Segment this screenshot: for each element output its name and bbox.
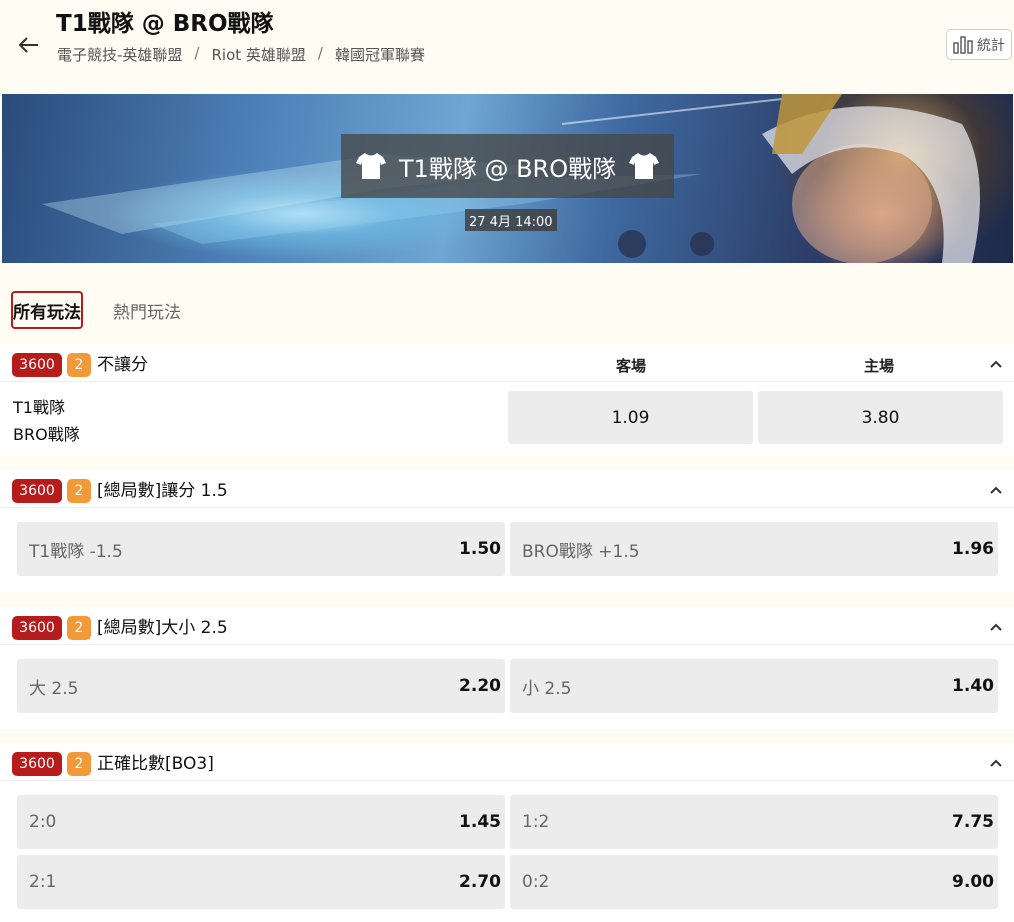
market-body-correct-score: 2:0 1.45 1:2 7.75 2:1 2.70 0:2 9.00: [0, 781, 1014, 922]
odd-button-selection[interactable]: 0:2 9.00: [510, 855, 998, 909]
selection-label: BRO戰隊 +1.5: [522, 541, 640, 562]
selection-label: 大 2.5: [29, 678, 79, 699]
bar-chart-icon: [953, 35, 973, 54]
odd-price: 1.96: [952, 539, 994, 559]
odd-price: 2.70: [459, 872, 501, 892]
selection-label: 2:1: [29, 872, 57, 892]
home-jersey-icon: [629, 153, 659, 179]
chevron-up-icon: [990, 360, 1002, 368]
match-banner: T1戰隊 @ BRO戰隊 27 4月 14:00: [2, 94, 1013, 263]
stats-label: 統計: [977, 37, 1005, 54]
odd-button-away[interactable]: 1.09: [508, 391, 753, 444]
market-header-moneyline[interactable]: 3600 2 不讓分 客場 主場: [0, 344, 1014, 382]
market-header-total[interactable]: 3600 2 [總局數]大小 2.5: [0, 607, 1014, 645]
breadcrumb: 電子競技-英雄聯盟 / Riot 英雄聯盟 / 韓國冠軍聯賽: [57, 44, 425, 65]
home-team-name: BRO戰隊: [13, 425, 80, 444]
market-header-correct-score[interactable]: 3600 2 正確比數[BO3]: [0, 743, 1014, 781]
market-count-badge: 2: [67, 752, 91, 776]
collapse-button[interactable]: [984, 751, 1008, 775]
tab-popular-markets[interactable]: 熱門玩法: [105, 291, 189, 329]
away-jersey-icon: [356, 153, 386, 179]
breadcrumb-item-league[interactable]: 韓國冠軍聯賽: [335, 44, 425, 65]
tab-all-markets[interactable]: 所有玩法: [11, 291, 83, 329]
odd-button-home[interactable]: 3.80: [758, 391, 1003, 444]
collapse-button[interactable]: [984, 478, 1008, 502]
market-count-badge: 2: [67, 353, 91, 377]
market-name: 不讓分: [97, 355, 148, 375]
market-body-moneyline: T1戰隊 BRO戰隊 1.09 3.80: [0, 382, 1014, 456]
selection-label: 1:2: [522, 812, 550, 832]
odd-price: 1.50: [459, 539, 501, 559]
odd-price: 1.45: [459, 812, 501, 832]
chevron-up-icon: [990, 623, 1002, 631]
market-name: [總局數]大小 2.5: [97, 618, 228, 638]
collapse-button[interactable]: [984, 615, 1008, 639]
match-time: 27 4月 14:00: [465, 209, 557, 231]
odd-button-selection[interactable]: BRO戰隊 +1.5 1.96: [510, 522, 998, 576]
odd-price: 1.40: [952, 676, 994, 696]
breadcrumb-separator: /: [317, 44, 323, 62]
odd-price: 7.75: [952, 812, 994, 832]
column-away: 客場: [615, 357, 646, 375]
odd-button-selection[interactable]: 1:2 7.75: [510, 795, 998, 849]
collapse-button[interactable]: [984, 352, 1008, 376]
team-names: T1戰隊 BRO戰隊: [13, 394, 80, 448]
odd-button-selection[interactable]: T1戰隊 -1.5 1.50: [17, 522, 505, 576]
chevron-up-icon: [990, 759, 1002, 767]
banner-title-box: T1戰隊 @ BRO戰隊: [341, 134, 674, 198]
market-count-badge: 2: [67, 479, 91, 503]
away-team-name: T1戰隊: [13, 398, 65, 417]
breadcrumb-item-sport[interactable]: 電子競技-英雄聯盟: [57, 44, 182, 65]
market-id-badge: 3600: [12, 479, 62, 503]
back-button[interactable]: [16, 32, 42, 58]
page-header: T1戰隊 @ BRO戰隊 電子競技-英雄聯盟 / Riot 英雄聯盟 / 韓國冠…: [0, 0, 1014, 94]
market-id-badge: 3600: [12, 353, 62, 377]
odd-price: 2.20: [459, 676, 501, 696]
odd-button-selection[interactable]: 大 2.5 2.20: [17, 659, 505, 713]
banner-title: T1戰隊 @ BRO戰隊: [398, 154, 617, 183]
odd-button-selection[interactable]: 2:1 2.70: [17, 855, 505, 909]
market-name: [總局數]讓分 1.5: [97, 481, 228, 501]
market-count-badge: 2: [67, 616, 91, 640]
market-name: 正確比數[BO3]: [97, 754, 214, 774]
market-id-badge: 3600: [12, 752, 62, 776]
market-body-total: 大 2.5 2.20 小 2.5 1.40: [0, 645, 1014, 729]
market-header-handicap[interactable]: 3600 2 [總局數]讓分 1.5: [0, 470, 1014, 508]
chevron-up-icon: [990, 486, 1002, 494]
odd-button-selection[interactable]: 2:0 1.45: [17, 795, 505, 849]
odd-price: 9.00: [952, 872, 994, 892]
selection-label: T1戰隊 -1.5: [29, 541, 123, 562]
page-title: T1戰隊 @ BRO戰隊: [56, 11, 274, 37]
arrow-left-icon: [19, 37, 38, 53]
odd-price: 1.09: [611, 407, 650, 428]
breadcrumb-separator: /: [194, 44, 200, 62]
odd-button-selection[interactable]: 小 2.5 1.40: [510, 659, 998, 713]
stats-button[interactable]: 統計: [946, 29, 1012, 60]
breadcrumb-item-game[interactable]: Riot 英雄聯盟: [211, 44, 305, 65]
selection-label: 0:2: [522, 872, 550, 892]
market-body-handicap: T1戰隊 -1.5 1.50 BRO戰隊 +1.5 1.96: [0, 508, 1014, 592]
selection-label: 2:0: [29, 812, 57, 832]
column-home: 主場: [863, 357, 894, 375]
market-id-badge: 3600: [12, 616, 62, 640]
odd-price: 3.80: [861, 407, 900, 428]
selection-label: 小 2.5: [522, 678, 572, 699]
